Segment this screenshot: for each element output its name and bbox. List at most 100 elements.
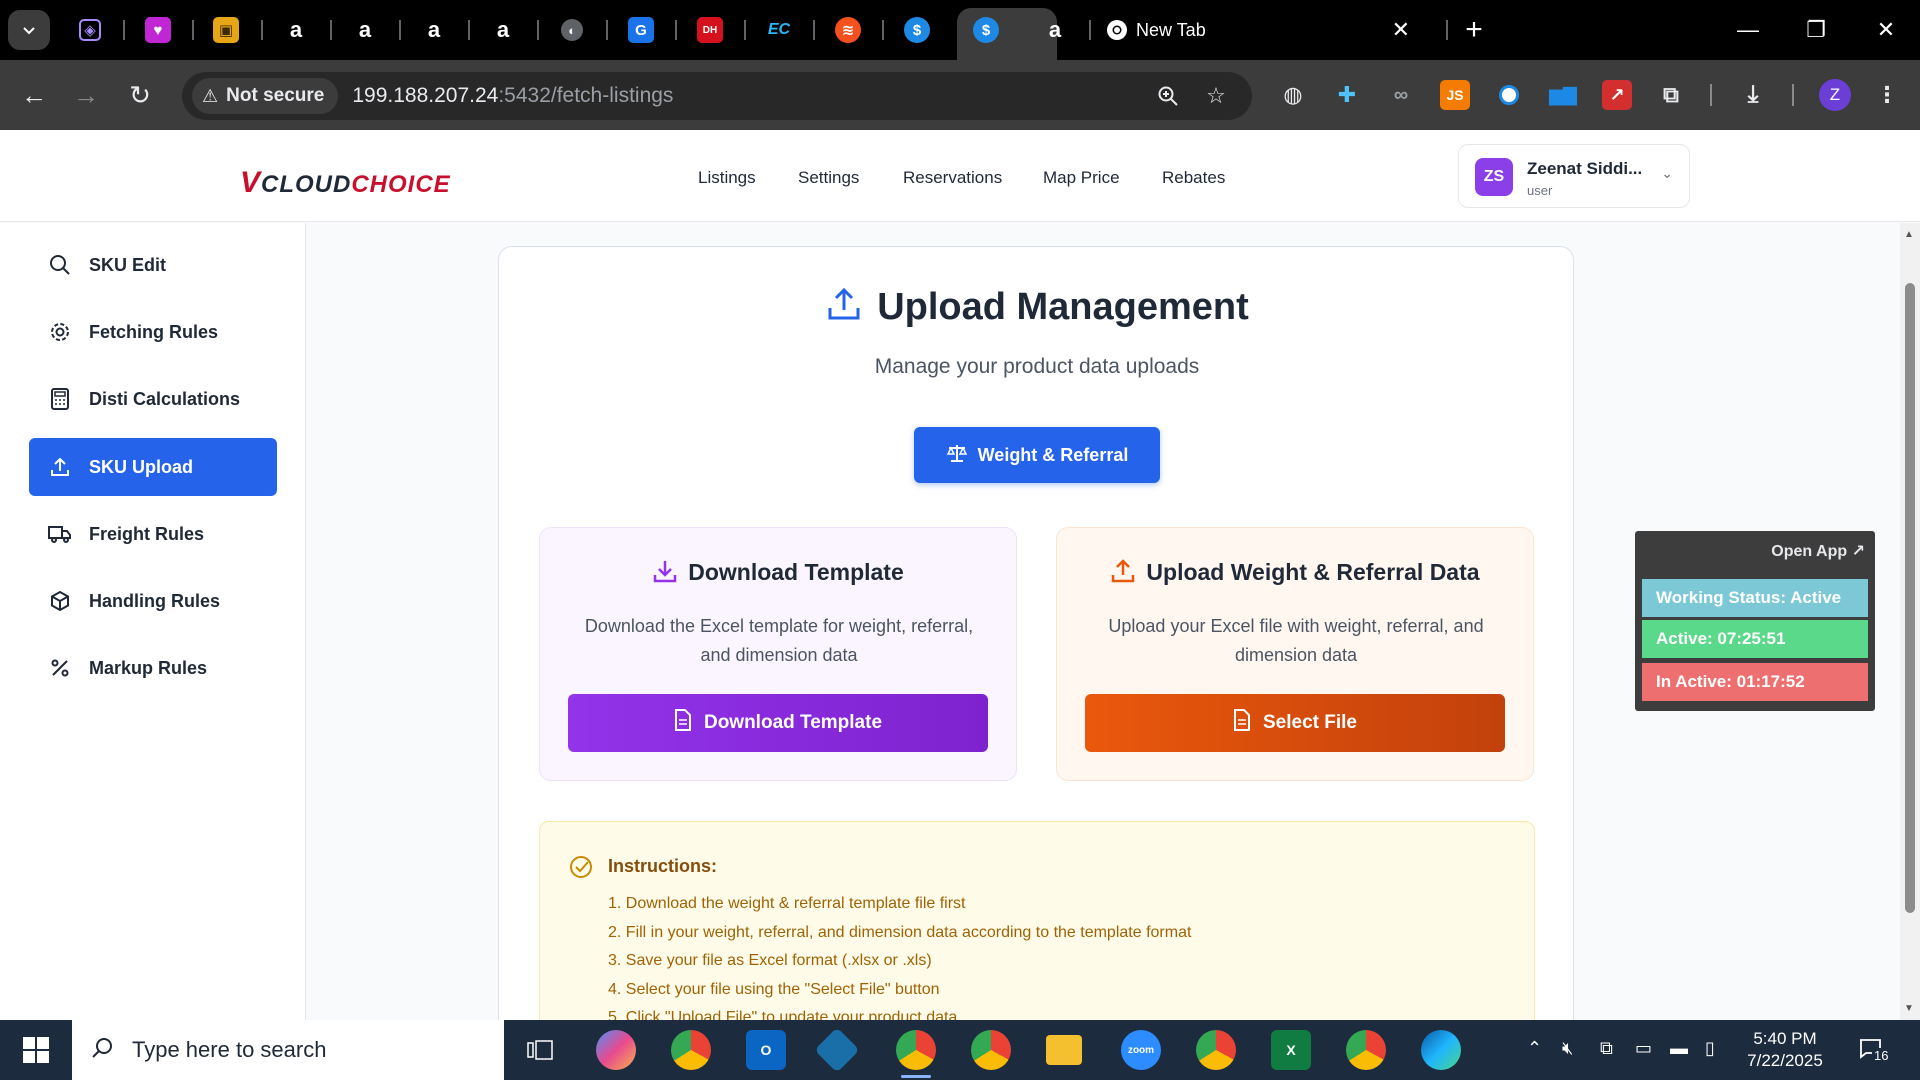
js-extension-icon[interactable]: JS: [1440, 80, 1470, 110]
tab-separator: [606, 20, 608, 40]
copilot-icon[interactable]: [596, 1030, 636, 1070]
pinned-tab-globe[interactable]: ◐: [554, 12, 590, 48]
nav-settings[interactable]: Settings: [798, 168, 859, 188]
puzzle-plus-extension-icon[interactable]: ✚: [1332, 80, 1362, 110]
pinned-tab-amazon-1[interactable]: a: [278, 12, 314, 48]
close-window-icon[interactable]: ✕: [1866, 10, 1906, 50]
open-app-link[interactable]: Open App ↗: [1771, 541, 1865, 561]
outlook-icon[interactable]: O: [746, 1030, 786, 1070]
pinned-tab-g[interactable]: G: [623, 12, 659, 48]
profile-avatar[interactable]: Z: [1819, 79, 1851, 111]
amazon-icon: a: [289, 17, 303, 42]
forward-icon[interactable]: →: [66, 75, 106, 115]
sidebar-item-sku-upload[interactable]: SKU Upload: [29, 438, 277, 496]
instruction-step: 4. Select your file using the "Select Fi…: [608, 980, 940, 998]
pinned-tab-dollar-1[interactable]: $: [899, 12, 935, 48]
zoom-icon[interactable]: [1152, 80, 1184, 112]
scroll-thumb[interactable]: [1905, 283, 1915, 913]
pinned-tab-stack[interactable]: ≋: [830, 12, 866, 48]
speaker-muted-icon[interactable]: 🔇︎: [1562, 1038, 1573, 1059]
network-icon[interactable]: ▯: [1705, 1038, 1715, 1059]
scroll-up-icon[interactable]: ▲: [1904, 229, 1914, 240]
chrome-profile-z-icon[interactable]: [896, 1030, 936, 1070]
globe-extension-icon[interactable]: ◍: [1278, 80, 1308, 110]
close-tab-icon[interactable]: ✕: [1392, 17, 1410, 43]
weight-referral-button[interactable]: Weight & Referral: [914, 427, 1160, 483]
tab-search-button[interactable]: [8, 10, 50, 50]
pinned-tab-1[interactable]: ◈: [72, 12, 108, 48]
select-file-button[interactable]: Select File: [1085, 694, 1505, 752]
diamond-app-icon[interactable]: [814, 1027, 860, 1073]
nav-rebates[interactable]: Rebates: [1162, 168, 1225, 188]
sidebar-item-handling-rules[interactable]: Handling Rules: [29, 572, 277, 630]
reload-icon[interactable]: ↻: [120, 75, 160, 115]
pinned-tab-2[interactable]: ♥: [140, 12, 176, 48]
minimize-icon[interactable]: —: [1728, 10, 1768, 50]
screen-icon[interactable]: ▭: [1635, 1038, 1652, 1059]
taskbar-search[interactable]: Type here to search: [72, 1020, 504, 1080]
task-view-icon[interactable]: [520, 1030, 560, 1070]
inactive-time: In Active: 01:17:52: [1642, 663, 1868, 701]
meet-now-icon[interactable]: ⧉: [1600, 1038, 1613, 1059]
bookmark-star-icon[interactable]: ☆: [1200, 80, 1232, 112]
notifications-icon[interactable]: 16: [1856, 1034, 1896, 1068]
download-icon[interactable]: ⤓: [1738, 80, 1768, 110]
security-indicator[interactable]: ⚠ Not secure: [192, 78, 339, 114]
menu-kebab-icon[interactable]: ⋮: [1872, 80, 1902, 110]
toolbar-separator: [1792, 84, 1794, 106]
chrome-icon[interactable]: [1196, 1030, 1236, 1070]
excel-icon[interactable]: X: [1271, 1030, 1311, 1070]
pinned-tab-amazon-3[interactable]: a: [416, 12, 452, 48]
dh-app-icon: DH: [697, 17, 723, 43]
user-role: user: [1527, 183, 1553, 198]
pinned-tab-dollar-2[interactable]: $: [968, 12, 1004, 48]
sidebar-item-fetching-rules[interactable]: Fetching Rules: [29, 303, 277, 361]
nav-reservations[interactable]: Reservations: [903, 168, 1002, 188]
warning-icon: ⚠: [202, 85, 219, 106]
sidebar-item-label: SKU Edit: [89, 254, 167, 275]
extensions-puzzle-icon[interactable]: ⧉: [1656, 80, 1686, 110]
restore-icon[interactable]: ❐: [1796, 10, 1836, 50]
address-bar[interactable]: ⚠ Not secure 199.188.207.24:5432/fetch-l…: [182, 72, 1252, 120]
pinned-tab-ec[interactable]: EC: [761, 12, 797, 48]
pinned-tab-amazon-2[interactable]: a: [347, 12, 383, 48]
notification-count: 16: [1872, 1048, 1891, 1063]
arrow-extension-icon[interactable]: ↗: [1602, 80, 1632, 110]
amazon-icon: a: [1048, 17, 1062, 42]
chart-extension-icon[interactable]: ▆▇: [1548, 80, 1578, 110]
nav-map-price[interactable]: Map Price: [1043, 168, 1120, 188]
link-extension-icon[interactable]: ∞: [1386, 80, 1416, 110]
circle-extension-icon[interactable]: [1494, 80, 1524, 110]
zoom-icon[interactable]: zoom: [1121, 1030, 1161, 1070]
edge-icon[interactable]: [1421, 1030, 1461, 1070]
page-scrollbar[interactable]: ▲ ▼: [1900, 223, 1920, 1020]
show-hidden-icons-icon[interactable]: ⌃: [1527, 1038, 1542, 1059]
heart-app-icon: ♥: [145, 17, 171, 43]
chrome-icon[interactable]: [1346, 1030, 1386, 1070]
windows-start-icon[interactable]: [14, 1032, 58, 1068]
chrome-icon[interactable]: [671, 1030, 711, 1070]
download-template-button[interactable]: Download Template: [568, 694, 988, 752]
pinned-tab-amazon-4[interactable]: a: [485, 12, 521, 48]
cloudchoice-logo[interactable]: VCLOUDCHOICE: [240, 166, 451, 200]
scroll-down-icon[interactable]: ▼: [1904, 1003, 1914, 1014]
sidebar-item-disti-calculations[interactable]: Disti Calculations: [29, 370, 277, 428]
pinned-tab-dh[interactable]: DH: [692, 12, 728, 48]
sidebar-item-sku-edit[interactable]: SKU Edit: [29, 236, 277, 294]
chrome-icon[interactable]: [971, 1030, 1011, 1070]
file-explorer-icon[interactable]: [1046, 1035, 1082, 1065]
user-menu[interactable]: ZS Zeenat Siddi... user ⌄: [1458, 144, 1690, 208]
sidebar-item-freight-rules[interactable]: Freight Rules: [29, 505, 277, 563]
nav-listings[interactable]: Listings: [698, 168, 756, 188]
new-tab-tab[interactable]: New Tab ✕: [1096, 12, 1436, 48]
new-tab-button[interactable]: +: [1456, 12, 1492, 48]
tab-separator: [1446, 20, 1448, 40]
sidebar-item-markup-rules[interactable]: Markup Rules: [29, 639, 277, 697]
toolbar-separator: [1710, 84, 1712, 106]
working-status: Working Status: Active: [1642, 579, 1868, 617]
pinned-tab-amazon-5[interactable]: a: [1037, 12, 1073, 48]
back-icon[interactable]: ←: [14, 75, 54, 115]
battery-icon[interactable]: ▬: [1670, 1038, 1688, 1059]
system-clock[interactable]: 5:40 PM 7/22/2025: [1740, 1028, 1830, 1072]
pinned-tab-3[interactable]: ▣: [208, 12, 244, 48]
